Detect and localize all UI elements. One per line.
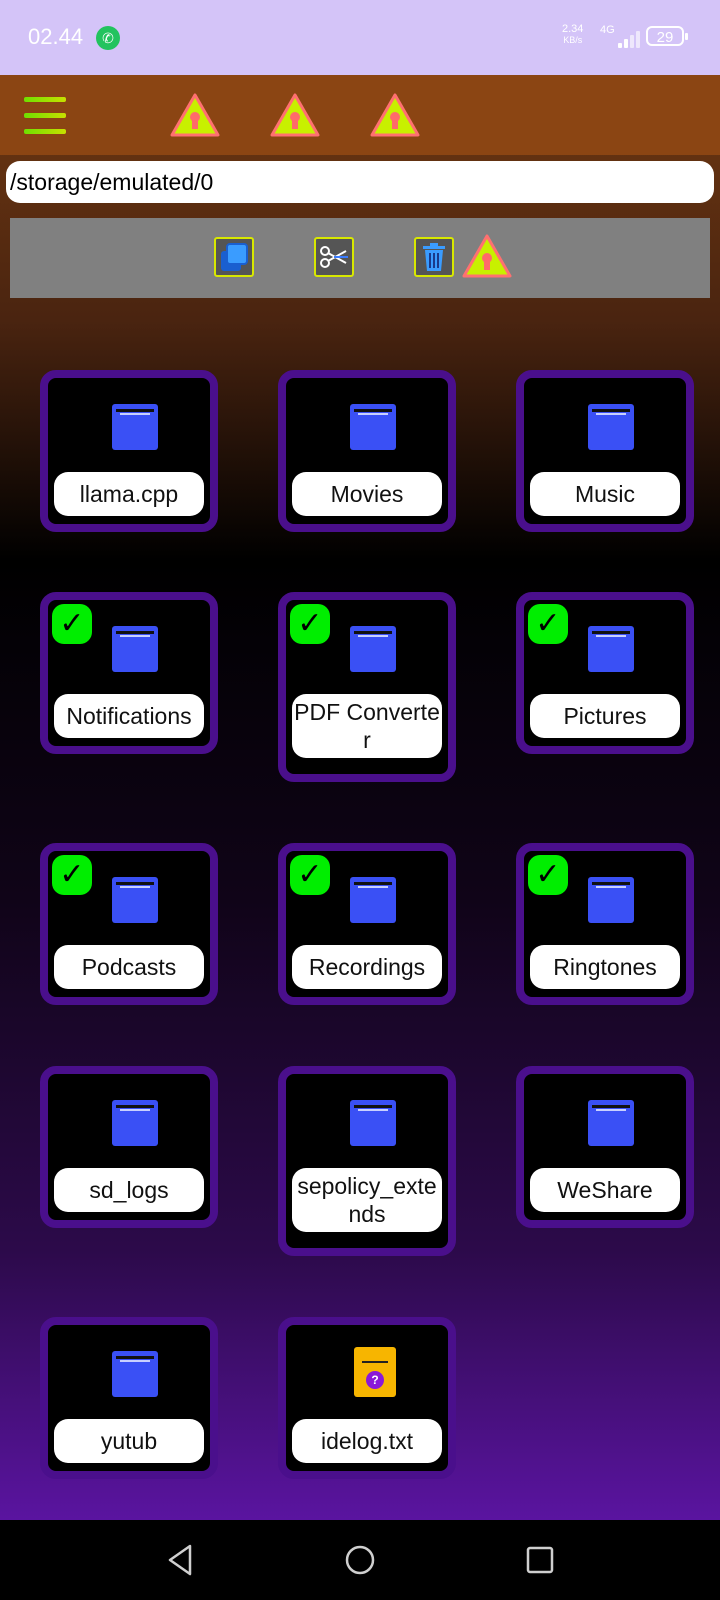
folder-icon	[112, 1351, 158, 1397]
text-file-icon: ?	[354, 1347, 396, 1397]
home-circle-icon[interactable]	[338, 1538, 382, 1582]
folder-icon	[588, 877, 634, 923]
warning-icon[interactable]	[462, 234, 512, 278]
status-bar: 02.44 ✆ 2.34 KB/s 4G 29	[0, 0, 720, 75]
trash-icon	[423, 243, 445, 271]
unknown-type-icon: ?	[366, 1371, 384, 1389]
folder-tile[interactable]: WeShare	[516, 1066, 694, 1228]
action-bar	[10, 218, 710, 298]
file-name-label: Movies	[292, 472, 442, 516]
folder-tile[interactable]: ✓ Ringtones	[516, 843, 694, 1005]
whatsapp-icon: ✆	[96, 26, 120, 50]
folder-icon	[588, 404, 634, 450]
folder-icon	[350, 404, 396, 450]
selected-check-icon[interactable]: ✓	[290, 855, 330, 895]
folder-tile[interactable]: yutub	[40, 1317, 218, 1479]
file-name-label: Podcasts	[54, 945, 204, 989]
hamburger-icon[interactable]	[24, 97, 66, 135]
path-bar[interactable]: /storage/emulated/0	[6, 161, 714, 203]
folder-icon	[350, 1100, 396, 1146]
scissors-icon	[320, 246, 348, 268]
folder-icon	[588, 626, 634, 672]
selected-check-icon[interactable]: ✓	[52, 855, 92, 895]
folder-icon	[112, 877, 158, 923]
cut-button[interactable]	[314, 237, 354, 277]
selected-check-icon[interactable]: ✓	[528, 604, 568, 644]
network-speed-unit: KB/s	[563, 35, 583, 45]
network-speed: 2.34 KB/s	[562, 24, 583, 46]
warning-icon[interactable]	[170, 93, 220, 137]
folder-tile[interactable]: llama.cpp	[40, 370, 218, 532]
folder-icon	[350, 877, 396, 923]
battery-icon: 29	[646, 26, 688, 46]
signal-icon	[604, 30, 640, 48]
warning-icon[interactable]	[270, 93, 320, 137]
folder-tile[interactable]: Music	[516, 370, 694, 532]
file-name-label: Pictures	[530, 694, 680, 738]
file-name-label: yutub	[54, 1419, 204, 1463]
battery-level: 29	[656, 29, 674, 46]
folder-tile[interactable]: ✓ Recordings	[278, 843, 456, 1005]
folder-tile[interactable]: sepolicy_extends	[278, 1066, 456, 1256]
file-name-label: idelog.txt	[292, 1419, 442, 1463]
file-name-label: Notifications	[54, 694, 204, 738]
warning-icon[interactable]	[370, 93, 420, 137]
recents-square-icon[interactable]	[518, 1538, 562, 1582]
file-name-label: Music	[530, 472, 680, 516]
folder-tile[interactable]: ✓ Pictures	[516, 592, 694, 754]
folder-tile[interactable]: Movies	[278, 370, 456, 532]
selected-check-icon[interactable]: ✓	[290, 604, 330, 644]
selected-check-icon[interactable]: ✓	[528, 855, 568, 895]
folder-tile[interactable]: ✓ PDF Converter	[278, 592, 456, 782]
delete-button[interactable]	[414, 237, 454, 277]
file-name-label: PDF Converter	[292, 694, 442, 758]
file-name-label: llama.cpp	[54, 472, 204, 516]
folder-icon	[112, 404, 158, 450]
folder-icon	[588, 1100, 634, 1146]
copy-icon	[221, 243, 248, 271]
file-tile[interactable]: ? idelog.txt	[278, 1317, 456, 1479]
network-speed-value: 2.34	[562, 23, 584, 35]
copy-button[interactable]	[214, 237, 254, 277]
folder-tile[interactable]: ✓ Podcasts	[40, 843, 218, 1005]
status-time: 02.44	[28, 24, 84, 49]
file-name-label: WeShare	[530, 1168, 680, 1212]
file-name-label: sd_logs	[54, 1168, 204, 1212]
folder-tile[interactable]: ✓ Notifications	[40, 592, 218, 754]
folder-icon	[350, 626, 396, 672]
system-nav-bar	[0, 1520, 720, 1600]
folder-icon	[112, 1100, 158, 1146]
folder-tile[interactable]: sd_logs	[40, 1066, 218, 1228]
file-name-label: Recordings	[292, 945, 442, 989]
file-name-label: Ringtones	[530, 945, 680, 989]
top-toolbar	[0, 75, 720, 155]
back-triangle-icon[interactable]	[158, 1538, 202, 1582]
selected-check-icon[interactable]: ✓	[52, 604, 92, 644]
file-name-label: sepolicy_extends	[292, 1168, 442, 1232]
folder-icon	[112, 626, 158, 672]
